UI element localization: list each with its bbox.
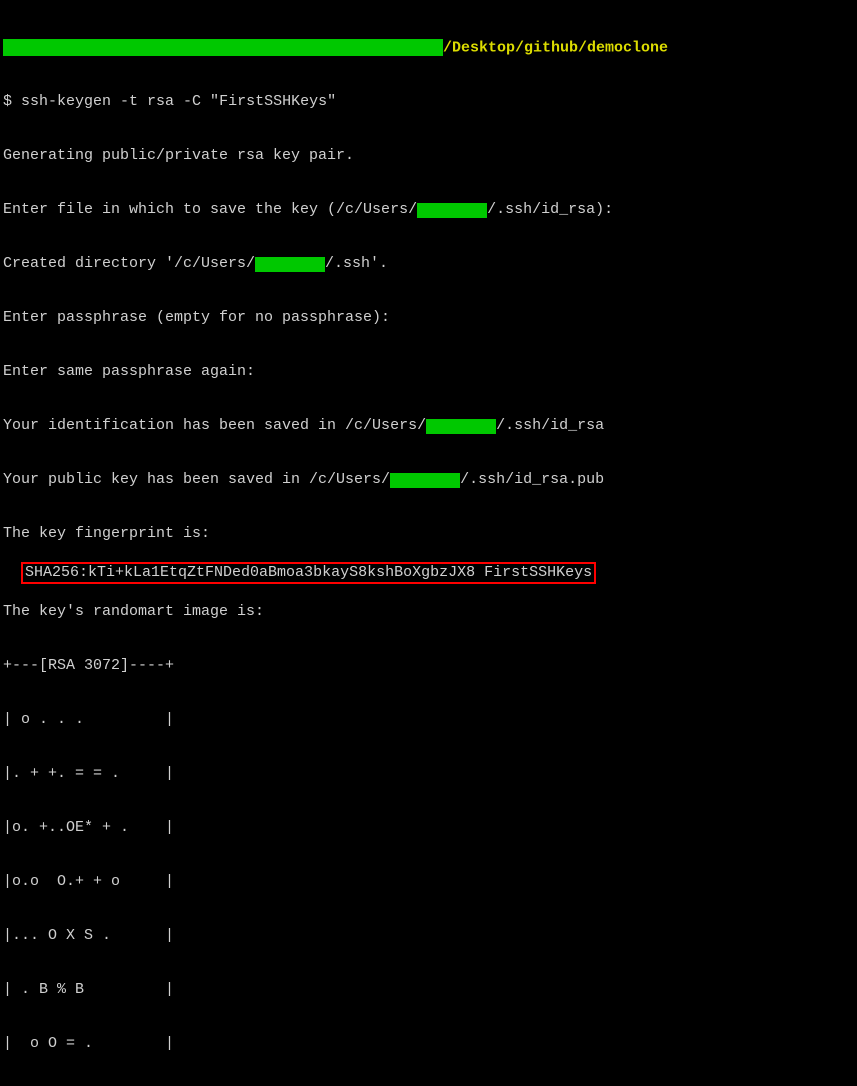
- randomart-line: |o.o O.+ + o |: [3, 873, 854, 891]
- redacted-user: [390, 473, 460, 488]
- output-enter-file: Enter file in which to save the key (/c/…: [3, 201, 854, 219]
- randomart-line: |o. +..OE* + . |: [3, 819, 854, 837]
- randomart-line: | . B % B |: [3, 981, 854, 999]
- output-same-passphrase: Enter same passphrase again:: [3, 363, 854, 381]
- randomart-line: | o . . . |: [3, 711, 854, 729]
- output-pubkey: Your public key has been saved in /c/Use…: [3, 471, 854, 489]
- terminal-output[interactable]: /Desktop/github/democlone $ ssh-keygen -…: [3, 3, 854, 1086]
- output-randomart-label: The key's randomart image is:: [3, 603, 854, 621]
- output-identification: Your identification has been saved in /c…: [3, 417, 854, 435]
- randomart-line: |... O X S . |: [3, 927, 854, 945]
- path-text: /Desktop/github/democlone: [443, 39, 668, 56]
- output-fingerprint: SHA256:kTi+kLa1EtqZtFNDed0aBmoa3bkayS8ks…: [25, 564, 592, 582]
- redacted-bar: [3, 39, 443, 56]
- output-generating: Generating public/private rsa key pair.: [3, 147, 854, 165]
- redacted-user: [426, 419, 496, 434]
- output-fingerprint-label: The key fingerprint is:: [3, 525, 854, 543]
- redacted-user: [417, 203, 487, 218]
- command-line: $ ssh-keygen -t rsa -C "FirstSSHKeys": [3, 93, 854, 111]
- prompt-path-line: /Desktop/github/democlone: [3, 39, 854, 57]
- fingerprint-highlight-box: SHA256:kTi+kLa1EtqZtFNDed0aBmoa3bkayS8ks…: [21, 562, 596, 584]
- randomart-line: | o O = . |: [3, 1035, 854, 1053]
- prompt-symbol: $: [3, 93, 12, 110]
- randomart-line: +---[RSA 3072]----+: [3, 657, 854, 675]
- redacted-user: [255, 257, 325, 272]
- output-created-dir: Created directory '/c/Users//.ssh'.: [3, 255, 854, 273]
- output-passphrase: Enter passphrase (empty for no passphras…: [3, 309, 854, 327]
- randomart-line: |. + +. = = . |: [3, 765, 854, 783]
- command-text: ssh-keygen -t rsa -C "FirstSSHKeys": [21, 93, 336, 110]
